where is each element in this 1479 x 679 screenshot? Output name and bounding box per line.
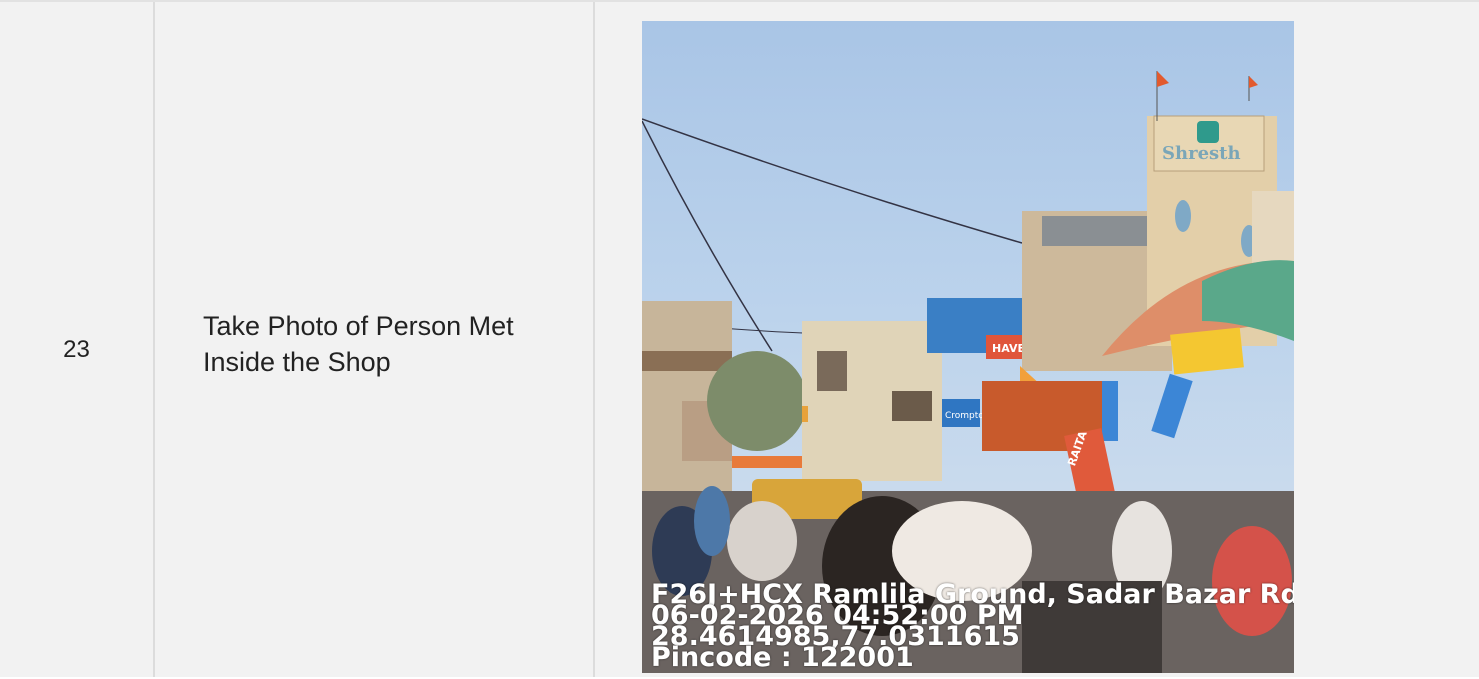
row-number: 23 (63, 335, 90, 363)
column-divider (593, 2, 595, 677)
task-label: Take Photo of Person Met Inside the Shop (203, 310, 514, 377)
building-logo-text: Shresth (1162, 143, 1241, 164)
shop-photo[interactable]: Crompton HAVELLS Shresth RAITA F26J+HCX … (642, 21, 1294, 673)
task-cell: Take Photo of Person Met Inside the Shop (155, 2, 593, 679)
geotag-caption: F26J+HCX Ramlila Ground, Sadar Bazar Rd,… (651, 581, 1294, 673)
table-row: 23 Take Photo of Person Met Inside the S… (0, 0, 1479, 677)
street-scene-illustration: Crompton HAVELLS Shresth RAITA (642, 71, 1294, 673)
row-number-cell: 23 (0, 2, 153, 679)
